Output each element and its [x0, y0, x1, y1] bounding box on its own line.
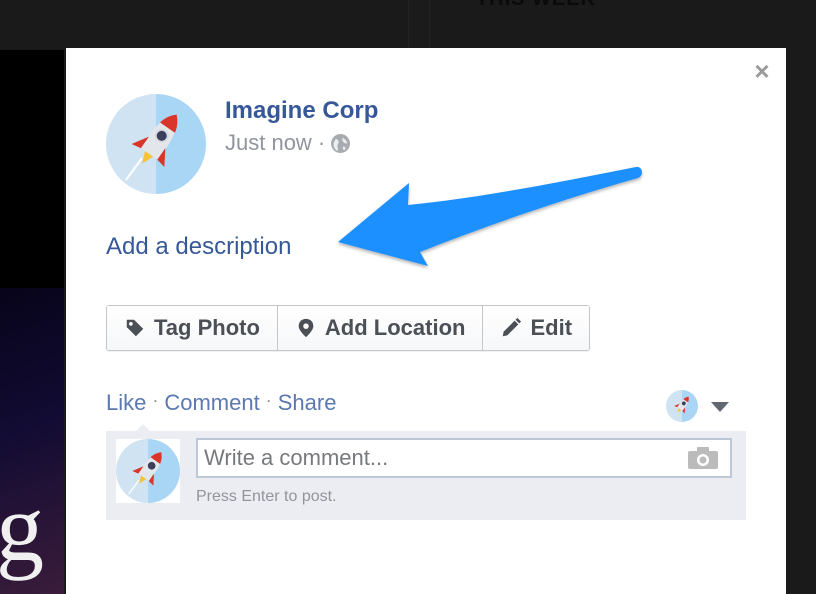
tag-photo-button[interactable]: Tag Photo: [107, 306, 277, 350]
close-icon: ×: [754, 56, 770, 86]
meta-separator: ·: [317, 130, 326, 155]
page-name-link[interactable]: Imagine Corp: [225, 97, 378, 125]
background-banner: g: [0, 288, 64, 594]
share-link[interactable]: Share: [278, 390, 337, 416]
post-actions: Like · Comment · Share: [106, 390, 336, 416]
tag-icon: [126, 319, 144, 337]
background-section-title: THIS WEEK: [430, 0, 642, 11]
comment-link[interactable]: Comment: [164, 390, 259, 416]
background-column: [408, 0, 430, 48]
page-avatar[interactable]: [106, 94, 206, 194]
action-separator: ·: [152, 390, 159, 410]
rocket-icon: [128, 452, 162, 495]
location-pin-icon: [298, 318, 314, 338]
add-location-button[interactable]: Add Location: [276, 306, 483, 350]
add-location-label: Add Location: [324, 315, 466, 340]
comment-input[interactable]: [198, 440, 690, 476]
post-meta: Just now ·: [225, 130, 351, 156]
close-button[interactable]: ×: [751, 58, 773, 84]
pencil-icon: [503, 317, 522, 337]
edit-button[interactable]: Edit: [482, 306, 590, 350]
comment-input-wrapper: [196, 438, 732, 478]
globe-icon[interactable]: [331, 133, 351, 153]
rocket-icon: [674, 396, 689, 414]
post-as-avatar[interactable]: [666, 390, 698, 422]
rocket-icon: [125, 114, 178, 181]
tag-photo-label: Tag Photo: [154, 315, 260, 340]
background-logo-fragment: g: [0, 474, 44, 581]
comment-hint: Press Enter to post.: [196, 488, 337, 505]
background-panel: [0, 50, 64, 288]
commenter-avatar: [116, 439, 180, 503]
post-as-dropdown-caret-icon[interactable]: [711, 402, 729, 412]
timestamp[interactable]: Just now: [225, 130, 312, 156]
add-description-link[interactable]: Add a description: [106, 233, 291, 261]
like-link[interactable]: Like: [106, 390, 146, 416]
edit-label: Edit: [530, 315, 573, 340]
photo-actions-toolbar: Tag Photo Add Location Edit: [106, 305, 591, 351]
photo-post-modal: × Imagine Corp Just now · Add a descript…: [66, 48, 786, 594]
camera-icon[interactable]: [688, 447, 718, 469]
action-separator: ·: [265, 390, 272, 410]
comment-composer: Press Enter to post.: [106, 424, 746, 520]
